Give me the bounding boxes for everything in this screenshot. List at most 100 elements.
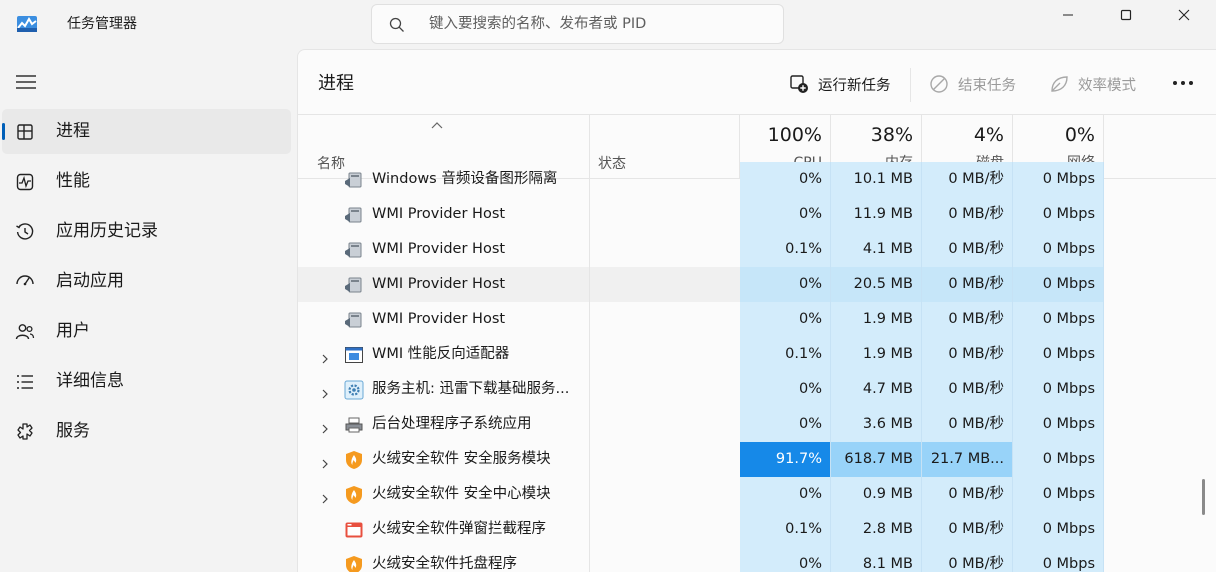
active-indicator — [2, 123, 5, 140]
memory-cell: 20.5 MB — [831, 267, 922, 302]
cpu-cell: 0.1% — [740, 337, 831, 372]
disk-cell: 0 MB/秒 — [922, 547, 1013, 572]
memory-cell: 4.7 MB — [831, 372, 922, 407]
run-new-task-button[interactable]: 运行新任务 — [789, 70, 891, 98]
title-bar: 任务管理器 — [0, 0, 1216, 48]
app-history-icon — [16, 223, 34, 240]
disk-total-percent: 4% — [973, 124, 1004, 146]
search-box[interactable] — [371, 4, 784, 44]
nav-item-services[interactable]: 服务 — [2, 409, 291, 454]
scrollbar-thumb[interactable] — [1202, 479, 1205, 515]
table-row[interactable]: 火绒安全软件弹窗拦截程序 0.1% 2.8 MB 0 MB/秒 0 Mbps — [298, 512, 1104, 547]
cpu-cell: 91.7% — [740, 442, 831, 477]
nav-item-startup-apps[interactable]: 启动应用 — [2, 259, 291, 304]
memory-cell: 10.1 MB — [831, 162, 922, 197]
cpu-cell: 0% — [740, 477, 831, 512]
close-button[interactable] — [1155, 0, 1213, 30]
cpu-total-percent: 100% — [767, 124, 822, 146]
end-task-button[interactable]: 结束任务 — [929, 70, 1016, 98]
expand-chevron-icon[interactable] — [320, 454, 330, 469]
process-status-cell — [590, 477, 740, 512]
window-app-icon — [344, 345, 364, 365]
process-status-cell — [590, 197, 740, 232]
network-cell: 0 Mbps — [1013, 547, 1104, 572]
process-name-cell: WMI Provider Host — [298, 197, 590, 232]
nav-label: 详细信息 — [56, 371, 124, 391]
process-name: 火绒安全软件弹窗拦截程序 — [372, 521, 546, 537]
minimize-button[interactable] — [1039, 0, 1097, 30]
cpu-cell: 0% — [740, 372, 831, 407]
network-cell: 0 Mbps — [1013, 442, 1104, 477]
memory-total-percent: 38% — [870, 124, 913, 146]
efficiency-mode-button[interactable]: 效率模式 — [1049, 70, 1136, 98]
process-name-cell: 服务主机: 迅雷下载基础服务... — [298, 372, 590, 407]
table-row[interactable]: 后台处理程序子系统应用 0% 3.6 MB 0 MB/秒 0 Mbps — [298, 407, 1104, 442]
disk-cell: 0 MB/秒 — [922, 337, 1013, 372]
cpu-cell: 0% — [740, 547, 831, 572]
table-row[interactable]: WMI Provider Host 0.1% 4.1 MB 0 MB/秒 0 Mbps — [298, 232, 1104, 267]
search-input[interactable] — [429, 14, 769, 34]
service-gear-icon — [344, 380, 364, 400]
table-row[interactable]: 火绒安全软件 安全中心模块 0% 0.9 MB 0 MB/秒 0 Mbps — [298, 477, 1104, 512]
startup-apps-icon — [16, 275, 34, 286]
process-name: 服务主机: 迅雷下载基础服务... — [372, 381, 570, 397]
process-status-cell — [590, 512, 740, 547]
process-name-cell: WMI Provider Host — [298, 232, 590, 267]
efficiency-label: 效率模式 — [1078, 77, 1136, 94]
app-title: 任务管理器 — [67, 16, 137, 32]
table-row[interactable]: 服务主机: 迅雷下载基础服务... 0% 4.7 MB 0 MB/秒 0 Mbps — [298, 372, 1104, 407]
nav-item-processes[interactable]: 进程 — [2, 109, 291, 154]
process-status-cell — [590, 232, 740, 267]
expand-chevron-icon[interactable] — [320, 419, 330, 434]
minimize-icon — [1063, 14, 1073, 16]
nav-item-app-history[interactable]: 应用历史记录 — [2, 209, 291, 254]
process-name-cell: Windows 音频设备图形隔离 — [298, 162, 590, 197]
network-cell: 0 Mbps — [1013, 407, 1104, 442]
hamburger-menu-icon[interactable] — [14, 72, 38, 92]
process-name-cell: 火绒安全软件弹窗拦截程序 — [298, 512, 590, 547]
network-cell: 0 Mbps — [1013, 162, 1104, 197]
process-name-cell: WMI Provider Host — [298, 302, 590, 337]
expand-chevron-icon[interactable] — [320, 489, 330, 504]
process-status-cell — [590, 162, 740, 197]
run-task-icon — [790, 75, 808, 93]
table-row[interactable]: 火绒安全软件 安全服务模块 91.7% 618.7 MB 21.7 MB... 0 Mb… — [298, 442, 1104, 477]
process-name: WMI Provider Host — [372, 311, 506, 327]
network-cell: 0 Mbps — [1013, 232, 1104, 267]
maximize-button[interactable] — [1097, 0, 1155, 30]
table-row[interactable]: WMI Provider Host 0% 1.9 MB 0 MB/秒 0 Mbps — [298, 302, 1104, 337]
table-row[interactable]: Windows 音频设备图形隔离 0% 10.1 MB 0 MB/秒 0 Mbps — [298, 162, 1104, 197]
maximize-icon — [1120, 9, 1132, 21]
nav-item-details[interactable]: 详细信息 — [2, 359, 291, 404]
expand-chevron-icon[interactable] — [320, 384, 330, 399]
toolbar-divider — [910, 68, 911, 102]
process-name: WMI Provider Host — [372, 276, 506, 292]
nav-item-performance[interactable]: 性能 — [2, 159, 291, 204]
process-status-cell — [590, 407, 740, 442]
network-cell: 0 Mbps — [1013, 512, 1104, 547]
process-status-cell — [590, 337, 740, 372]
table-row[interactable]: WMI Provider Host 0% 20.5 MB 0 MB/秒 0 Mbps — [298, 267, 1104, 302]
network-cell: 0 Mbps — [1013, 477, 1104, 512]
printer-icon — [344, 415, 364, 435]
table-row[interactable]: 火绒安全软件托盘程序 0% 8.1 MB 0 MB/秒 0 Mbps — [298, 547, 1104, 572]
huorong-shield-icon — [344, 555, 364, 572]
table-row[interactable]: WMI Provider Host 0% 11.9 MB 0 MB/秒 0 Mbps — [298, 197, 1104, 232]
disk-cell: 0 MB/秒 — [922, 512, 1013, 547]
process-name: WMI Provider Host — [372, 206, 506, 222]
network-cell: 0 Mbps — [1013, 197, 1104, 232]
process-rows: Windows 音频设备图形隔离 0% 10.1 MB 0 MB/秒 0 Mbps WMI… — [298, 162, 1216, 572]
nav-label: 进程 — [56, 121, 90, 141]
expand-chevron-icon[interactable] — [320, 349, 330, 364]
more-options-icon[interactable] — [1172, 80, 1194, 86]
process-name: 火绒安全软件托盘程序 — [372, 556, 517, 572]
wmi-host-icon — [344, 275, 364, 295]
process-status-cell — [590, 267, 740, 302]
search-icon — [389, 17, 404, 32]
process-name-cell: 火绒安全软件 安全中心模块 — [298, 477, 590, 512]
disk-cell: 0 MB/秒 — [922, 197, 1013, 232]
processes-icon — [17, 124, 33, 140]
nav-item-users[interactable]: 用户 — [2, 309, 291, 354]
table-row[interactable]: WMI 性能反向适配器 0.1% 1.9 MB 0 MB/秒 0 Mbps — [298, 337, 1104, 372]
wmi-host-icon — [344, 310, 364, 330]
